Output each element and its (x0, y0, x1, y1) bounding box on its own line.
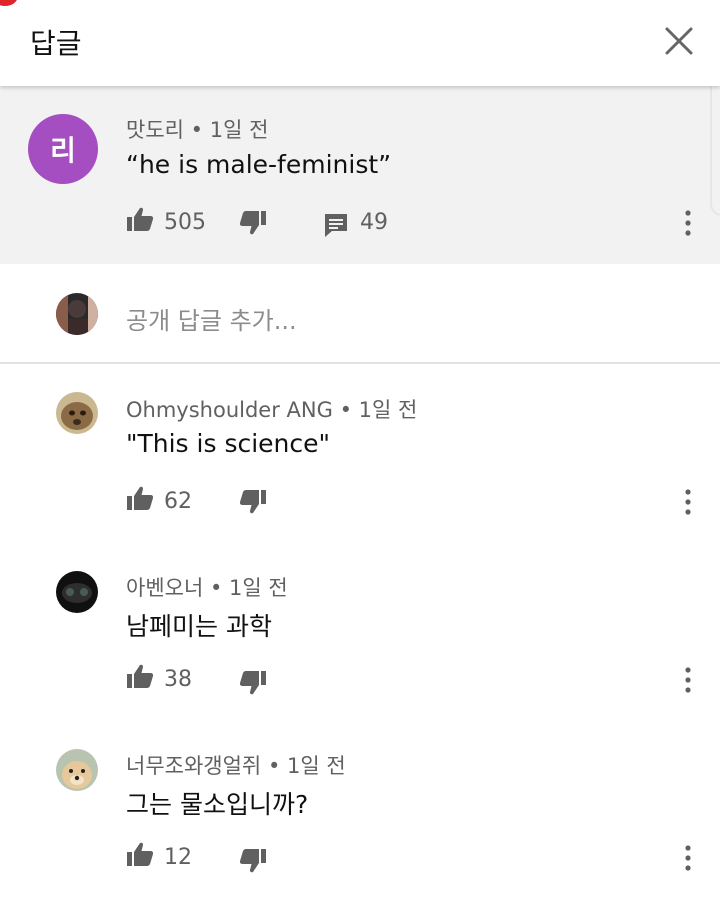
dislike-icon[interactable] (239, 848, 267, 874)
reply-comment: 너무조와갱얼쥐 • 1일 전 그는 물소입니까? 12 (0, 722, 720, 900)
comment-time: 1일 전 (287, 754, 346, 778)
more-options-icon[interactable] (682, 488, 694, 516)
comment-meta: 아벤오너 • 1일 전 (126, 572, 288, 602)
comment-author[interactable]: 맛도리 (126, 118, 184, 142)
meta-separator: • (209, 576, 223, 600)
like-icon[interactable] (126, 206, 154, 232)
comment-time: 1일 전 (209, 118, 269, 142)
reply-comment: Ohmyshoulder ANG • 1일 전 "This is science… (0, 366, 720, 544)
scroll-edge (710, 86, 720, 216)
like-count: 38 (164, 667, 192, 692)
meta-separator: • (339, 398, 352, 422)
comment-meta: Ohmyshoulder ANG • 1일 전 (126, 394, 417, 424)
reply-comment: 아벤오너 • 1일 전 남페미는 과학 38 (0, 544, 720, 722)
more-options-icon[interactable] (682, 844, 694, 872)
avatar[interactable] (56, 392, 98, 434)
add-reply-row[interactable]: 공개 답글 추가... (0, 264, 720, 364)
like-count: 62 (164, 489, 192, 514)
comment-time: 1일 전 (358, 398, 418, 422)
comment-text: “he is male-feminist” (126, 150, 392, 179)
like-count: 12 (164, 845, 192, 870)
reply-icon[interactable] (323, 212, 349, 238)
avatar[interactable]: 리 (28, 114, 98, 184)
parent-comment: 리 맛도리 • 1일 전 “he is male-feminist” 505 4… (0, 86, 720, 264)
like-icon[interactable] (126, 663, 154, 689)
comment-meta: 너무조와갱얼쥐 • 1일 전 (126, 750, 346, 780)
close-icon[interactable] (662, 24, 696, 58)
recording-indicator (0, 0, 18, 6)
more-options-icon[interactable] (682, 209, 694, 237)
comment-text: "This is science" (126, 429, 331, 458)
dislike-icon[interactable] (239, 489, 267, 515)
comment-author[interactable]: Ohmyshoulder ANG (126, 398, 333, 422)
comment-time: 1일 전 (229, 576, 288, 600)
like-icon[interactable] (126, 485, 154, 511)
comment-author[interactable]: 아벤오너 (126, 576, 203, 600)
dislike-icon[interactable] (239, 670, 267, 696)
page-title: 답글 (30, 27, 82, 60)
like-icon[interactable] (126, 841, 154, 867)
avatar[interactable] (56, 571, 98, 613)
meta-separator: • (190, 118, 204, 142)
replies-header: 답글 (0, 0, 720, 86)
comment-author[interactable]: 너무조와갱얼쥐 (126, 754, 261, 778)
avatar (56, 293, 98, 335)
reply-input[interactable]: 공개 답글 추가... (126, 301, 297, 336)
avatar[interactable] (56, 749, 98, 791)
meta-separator: • (267, 754, 281, 778)
like-count: 505 (164, 210, 206, 235)
more-options-icon[interactable] (682, 666, 694, 694)
comment-text: 남페미는 과학 (126, 612, 272, 641)
comment-text: 그는 물소입니까? (126, 790, 309, 819)
reply-count: 49 (360, 210, 388, 235)
dislike-icon[interactable] (239, 210, 267, 236)
comment-meta: 맛도리 • 1일 전 (126, 114, 268, 144)
